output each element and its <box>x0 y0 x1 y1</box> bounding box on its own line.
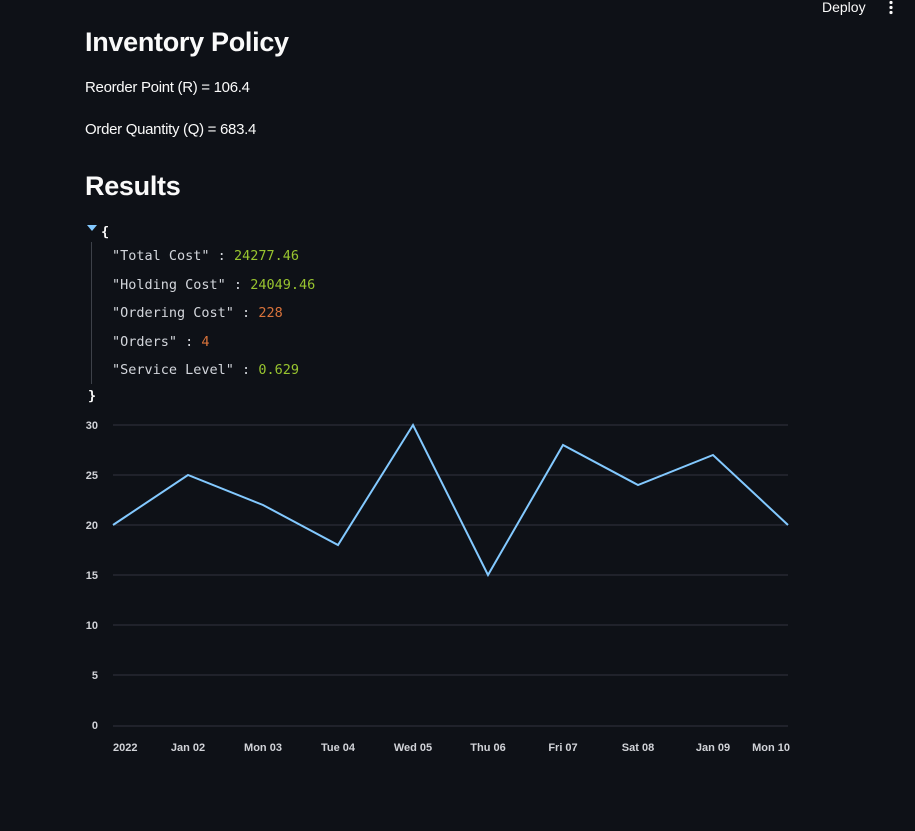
json-colon: : <box>233 362 259 378</box>
data-point <box>260 502 266 508</box>
results-json-viewer: { "Total Cost" : 24277.46 "Holding Cost"… <box>85 222 485 407</box>
json-value: 4 <box>201 334 210 350</box>
reorder-point-text: Reorder Point (R) = 106.4 <box>85 79 250 96</box>
data-point <box>560 442 566 448</box>
data-point <box>410 422 416 428</box>
top-toolbar: Deploy <box>0 0 915 18</box>
y-tick-label: 0 <box>92 720 98 732</box>
data-point <box>785 522 791 528</box>
json-value: 24277.46 <box>233 248 299 264</box>
json-indent-guide <box>91 242 92 384</box>
x-tick-label: Fri 07 <box>548 742 577 754</box>
series-line <box>112 422 789 578</box>
x-tick-label: Jan 09 <box>696 742 730 754</box>
x-tick-label: Thu 06 <box>470 742 505 754</box>
x-tick-label: Jan 02 <box>171 742 205 754</box>
inventory-policy-heading: Inventory Policy <box>85 27 289 57</box>
results-heading: Results <box>85 171 181 201</box>
json-key: "Orders" <box>112 334 178 350</box>
json-value: 0.629 <box>258 362 299 378</box>
app-root: Deploy Inventory Policy Reorder Point (R… <box>0 0 915 831</box>
json-entry-orders: "Orders" : 4 <box>112 334 210 350</box>
y-tick-label: 5 <box>92 670 98 682</box>
deploy-button[interactable]: Deploy <box>816 0 872 16</box>
json-open-brace: { <box>101 224 110 240</box>
y-tick-label: 10 <box>86 620 98 632</box>
json-entry-ordering-cost: "Ordering Cost" : 228 <box>112 305 283 321</box>
data-point <box>710 452 716 458</box>
json-close-brace: } <box>88 388 97 404</box>
x-tick-label: 2022 <box>113 742 137 754</box>
line-chart-svg[interactable]: 0 5 10 15 20 25 30 2022 Jan 02 Mon 03 Tue 04 Wed 05… <box>80 410 795 760</box>
kebab-vertical-icon[interactable] <box>884 0 898 16</box>
y-tick-label: 30 <box>86 420 98 432</box>
json-key: "Total Cost" <box>112 248 210 264</box>
x-tick-label: Sat 08 <box>622 742 654 754</box>
x-tick-label: Mon 03 <box>244 742 282 754</box>
collapse-toggle-icon[interactable] <box>87 225 97 231</box>
json-entry-service-level: "Service Level" : 0.629 <box>112 362 299 378</box>
y-tick-label: 20 <box>86 520 98 532</box>
x-tick-label: Tue 04 <box>321 742 356 754</box>
json-entry-holding-cost: "Holding Cost" : 24049.46 <box>112 277 315 293</box>
x-tick-label: Mon 10 <box>752 742 790 754</box>
data-point <box>110 522 116 528</box>
json-key: "Service Level" <box>112 362 234 378</box>
json-key: "Holding Cost" <box>112 277 226 293</box>
json-entry-total-cost: "Total Cost" : 24277.46 <box>112 248 299 264</box>
order-quantity-text: Order Quantity (Q) = 683.4 <box>85 121 257 138</box>
json-colon: : <box>177 334 202 350</box>
data-point <box>335 542 341 548</box>
y-tick-label: 25 <box>86 470 98 482</box>
data-point <box>635 482 641 488</box>
y-tick-label: 15 <box>86 570 98 582</box>
x-tick-label: Wed 05 <box>394 742 432 754</box>
json-key: "Ordering Cost" <box>112 305 234 321</box>
json-colon: : <box>209 248 234 264</box>
json-colon: : <box>233 305 259 321</box>
data-point <box>485 572 491 578</box>
line-chart[interactable]: 0 5 10 15 20 25 30 2022 Jan 02 Mon 03 Tue 04 Wed 05… <box>80 410 795 760</box>
json-value: 228 <box>258 305 283 321</box>
json-colon: : <box>225 277 251 293</box>
json-value: 24049.46 <box>250 277 316 293</box>
data-point <box>185 472 191 478</box>
